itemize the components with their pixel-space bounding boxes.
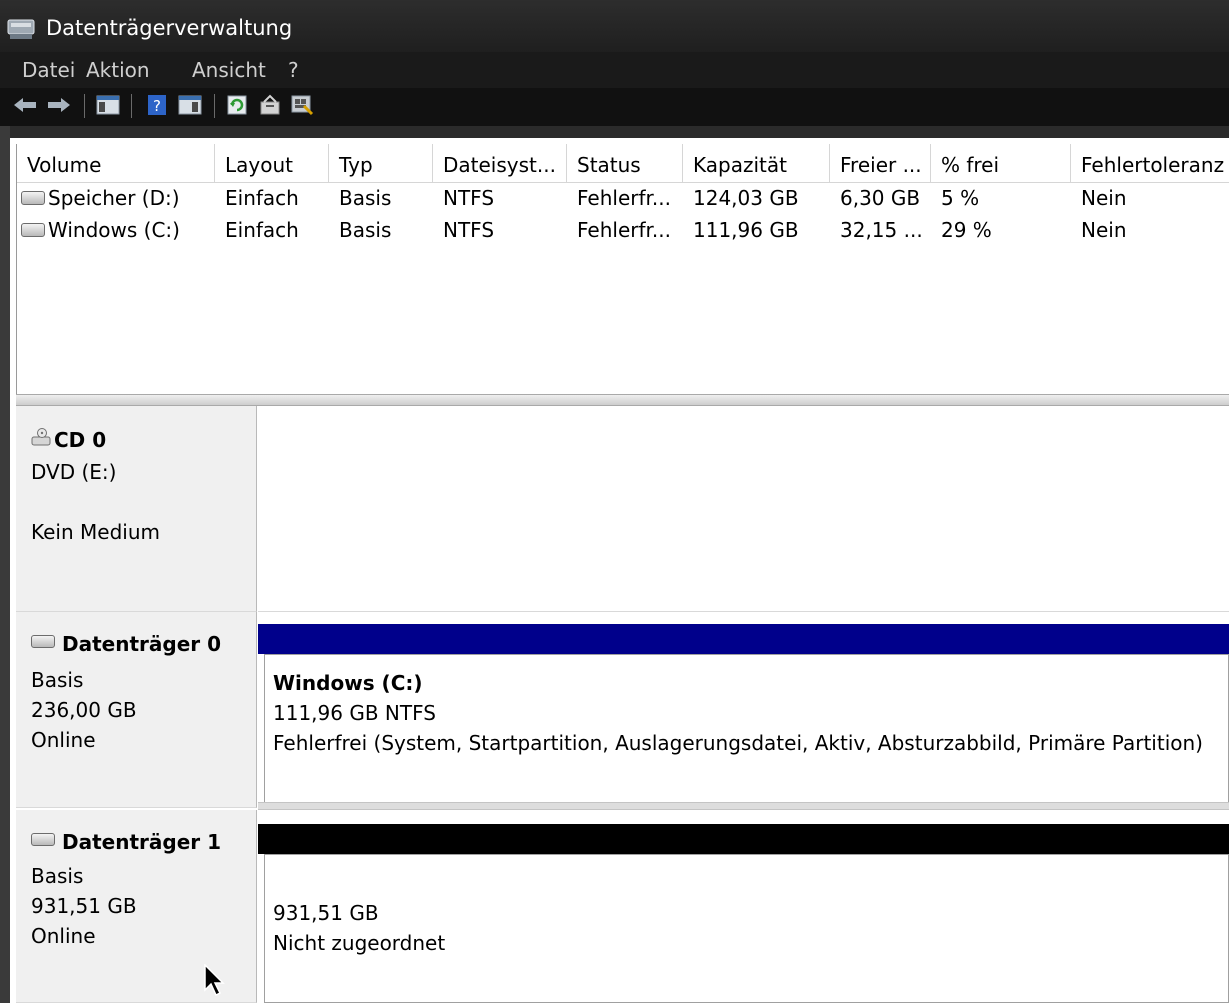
column-header-volume[interactable]: Volume — [17, 144, 215, 182]
disk-name-text: Datenträger 1 — [62, 830, 222, 854]
properties-icon[interactable] — [258, 94, 282, 116]
disk-drive-letter: DVD (E:) — [31, 460, 117, 484]
disk-management-app-icon — [7, 19, 35, 39]
help-icon[interactable]: ? — [146, 94, 168, 116]
menu-help[interactable]: ? — [288, 58, 299, 82]
cell-layout: Einfach — [225, 186, 299, 210]
disk-size: 236,00 GB — [31, 698, 137, 722]
column-header-layout[interactable]: Layout — [215, 144, 329, 182]
cell-dateisystem: NTFS — [443, 186, 495, 210]
action-pane-icon[interactable] — [178, 94, 202, 116]
unallocated-bar — [258, 824, 1229, 854]
svg-text:?: ? — [153, 97, 161, 115]
toolbar-separator — [131, 94, 132, 118]
volume-unallocated[interactable]: 931,51 GB Nicht zugeordnet — [264, 854, 1229, 1003]
cd0-volume-area — [258, 406, 1229, 612]
unallocated-size: 931,51 GB — [273, 901, 379, 925]
cell-volume: Speicher (D:) — [17, 182, 215, 214]
table-row[interactable]: Windows (C:) Einfach Basis NTFS Fehlerfr… — [17, 214, 1229, 246]
volume-list-header: Volume Layout Typ Dateisyst... Status Ka… — [17, 144, 1229, 183]
cell-freier: 32,15 ... — [840, 218, 923, 242]
cell-volume: Windows (C:) — [17, 214, 215, 246]
volume-name: Windows (C:) — [48, 218, 180, 242]
column-header-dateisystem[interactable]: Dateisyst... — [433, 144, 567, 182]
toolbar: ? — [0, 88, 1229, 126]
disk0-volume-area: Windows (C:) 111,96 GB NTFS Fehlerfrei (… — [258, 612, 1229, 804]
cell-typ: Basis — [339, 218, 392, 242]
refresh-icon[interactable] — [226, 94, 248, 116]
disk-media-status: Kein Medium — [31, 520, 160, 544]
disk-type: Basis — [31, 668, 84, 692]
menu-aktion[interactable]: Aktion — [86, 58, 150, 82]
window-frame — [10, 126, 1229, 138]
cell-dateisystem: NTFS — [443, 218, 495, 242]
volume-windows-c[interactable]: Windows (C:) 111,96 GB NTFS Fehlerfrei (… — [264, 654, 1229, 804]
cell-kapazitaet: 124,03 GB — [693, 186, 799, 210]
back-arrow-icon[interactable] — [12, 94, 38, 116]
window-title: Datenträgerverwaltung — [46, 16, 293, 40]
cell-frei-pct: 5 % — [941, 186, 980, 210]
title-bar: Datenträgerverwaltung — [0, 0, 1229, 52]
cell-status: Fehlerfr... — [577, 218, 671, 242]
disk-type: Basis — [31, 864, 84, 888]
column-header-freier[interactable]: Freier ... — [830, 144, 931, 182]
pane-splitter[interactable] — [16, 394, 1229, 406]
volume-size-fs: 111,96 GB NTFS — [273, 701, 436, 725]
hard-disk-icon — [31, 833, 55, 846]
table-row[interactable]: Speicher (D:) Einfach Basis NTFS Fehlerf… — [17, 182, 1229, 214]
cell-kapazitaet: 111,96 GB — [693, 218, 799, 242]
disk-label-cd0[interactable]: CD 0 DVD (E:) Kein Medium — [16, 406, 257, 612]
disk-row-divider — [258, 802, 1229, 810]
disk-graphical-view: CD 0 DVD (E:) Kein Medium Datenträger 0 … — [16, 406, 1229, 1003]
console-tree-icon[interactable] — [96, 94, 120, 116]
disk-name-text: Datenträger 0 — [62, 632, 222, 656]
primary-partition-bar — [258, 624, 1229, 654]
disk-state: Online — [31, 728, 96, 752]
menu-bar: Datei Aktion Ansicht ? — [0, 52, 1229, 88]
column-header-fehlertoleranz[interactable]: Fehlertoleranz — [1071, 144, 1229, 182]
menu-ansicht[interactable]: Ansicht — [192, 58, 266, 82]
column-header-frei-pct[interactable]: % frei — [931, 144, 1071, 182]
disk-label-disk0[interactable]: Datenträger 0 Basis 236,00 GB Online — [16, 612, 257, 808]
disk-name-text: CD 0 — [54, 428, 107, 452]
window-frame — [0, 126, 10, 1003]
toolbar-separator — [84, 94, 85, 118]
column-header-status[interactable]: Status — [567, 144, 683, 182]
drive-icon — [21, 222, 45, 237]
column-header-kapazitaet[interactable]: Kapazität — [683, 144, 830, 182]
disk-size: 931,51 GB — [31, 894, 137, 918]
disk-name: Datenträger 0 — [31, 632, 221, 656]
disk-name: CD 0 — [31, 427, 107, 452]
volume-name: Windows (C:) — [273, 671, 423, 695]
volume-status: Fehlerfrei (System, Startpartition, Ausl… — [273, 731, 1203, 755]
unallocated-status: Nicht zugeordnet — [273, 931, 446, 955]
volume-list: Volume Layout Typ Dateisyst... Status Ka… — [16, 144, 1229, 394]
forward-arrow-icon[interactable] — [46, 94, 72, 116]
cell-layout: Einfach — [225, 218, 299, 242]
cell-freier: 6,30 GB — [840, 186, 921, 210]
cell-frei-pct: 29 % — [941, 218, 992, 242]
toolbar-separator — [214, 94, 215, 118]
volume-name: Speicher (D:) — [48, 186, 180, 210]
disk-state: Online — [31, 924, 96, 948]
cell-typ: Basis — [339, 186, 392, 210]
column-header-typ[interactable]: Typ — [329, 144, 433, 182]
cell-status: Fehlerfr... — [577, 186, 671, 210]
drive-icon — [21, 190, 45, 205]
cd-drive-icon — [31, 427, 51, 445]
menu-datei[interactable]: Datei — [22, 58, 75, 82]
cell-fehlertoleranz: Nein — [1081, 218, 1127, 242]
cell-fehlertoleranz: Nein — [1081, 186, 1127, 210]
hard-disk-icon — [31, 635, 55, 648]
disk1-volume-area: 931,51 GB Nicht zugeordnet — [258, 810, 1229, 1003]
disk-name: Datenträger 1 — [31, 830, 221, 854]
rescan-icon[interactable] — [290, 94, 314, 116]
mouse-cursor-icon — [204, 964, 225, 997]
